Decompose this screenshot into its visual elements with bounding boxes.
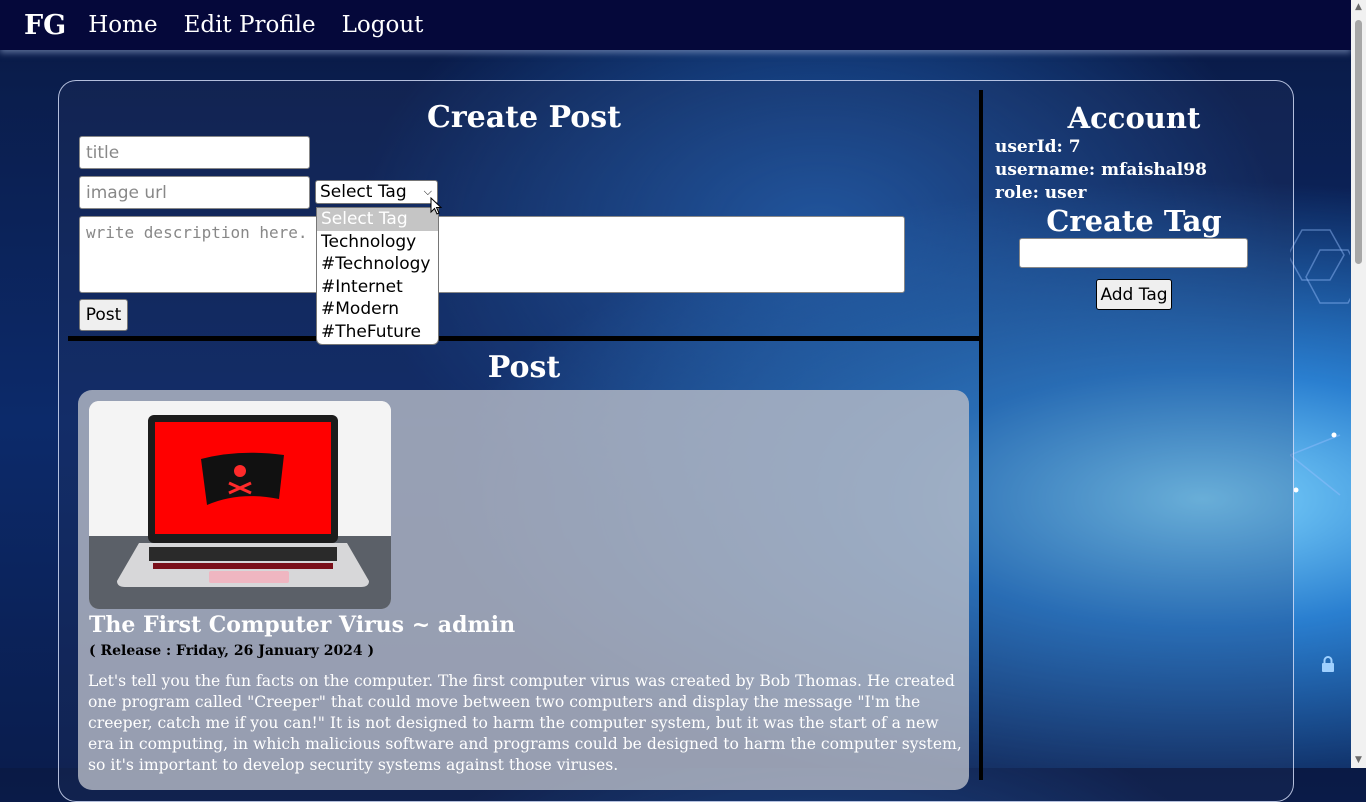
mouse-cursor-icon	[430, 197, 443, 215]
post-title-input[interactable]	[79, 136, 310, 169]
vertical-divider	[979, 90, 983, 780]
account-heading: Account	[1067, 101, 1201, 135]
scroll-down-arrow-icon[interactable]: ▼	[1351, 753, 1366, 768]
post-section-heading: Post	[487, 350, 561, 385]
lock-icon	[1322, 656, 1334, 672]
post-body-text: Let's tell you the fun facts on the comp…	[88, 672, 962, 774]
create-post-heading: Create Post	[426, 100, 622, 135]
tag-option-hash-technology[interactable]: #Technology	[317, 253, 438, 276]
post-heading: The First Computer Virus ~ admin	[89, 612, 516, 638]
page-scrollbar[interactable]: ▲ ▼	[1351, 0, 1366, 768]
tag-option-technology[interactable]: Technology	[317, 231, 438, 254]
top-navbar: FG Home Edit Profile Logout	[0, 0, 1351, 50]
image-url-input[interactable]	[79, 176, 310, 209]
brand-logo[interactable]: FG	[24, 10, 66, 41]
tag-option-select-tag[interactable]: Select Tag	[317, 208, 438, 231]
account-username: username: mfaishal98	[995, 160, 1207, 180]
nav-logout-link[interactable]: Logout	[342, 12, 424, 38]
nav-edit-profile-link[interactable]: Edit Profile	[184, 12, 316, 38]
tag-option-modern[interactable]: #Modern	[317, 298, 438, 321]
tag-select[interactable]: Select Tag ⌵	[315, 180, 438, 204]
scroll-thumb[interactable]	[1355, 20, 1362, 264]
tag-select-value: Select Tag	[320, 182, 407, 202]
post-button[interactable]: Post	[79, 299, 128, 331]
post-image	[89, 401, 391, 609]
account-user-id: userId: 7	[995, 137, 1081, 157]
tag-name-input[interactable]	[1019, 238, 1248, 268]
tag-option-the-future[interactable]: #TheFuture	[317, 321, 438, 344]
horizontal-divider	[68, 336, 980, 341]
decorative-background-graphic	[1290, 229, 1350, 496]
account-role: role: user	[995, 183, 1087, 203]
tag-dropdown-list: Select Tag Technology #Technology #Inter…	[316, 207, 439, 345]
create-tag-heading: Create Tag	[1046, 204, 1222, 238]
tag-option-internet[interactable]: #Internet	[317, 276, 438, 299]
description-textarea[interactable]	[79, 216, 905, 293]
nav-home-link[interactable]: Home	[88, 12, 157, 38]
scroll-up-arrow-icon[interactable]: ▲	[1351, 0, 1366, 15]
post-release-date: ( Release : Friday, 26 January 2024 )	[89, 643, 375, 659]
add-tag-button[interactable]: Add Tag	[1096, 279, 1172, 310]
